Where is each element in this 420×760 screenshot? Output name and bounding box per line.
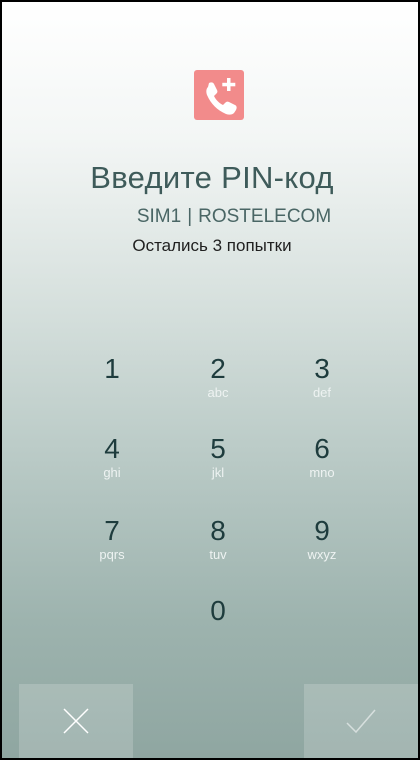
sim-call-icon [194, 70, 244, 120]
key-2[interactable]: 2 abc [168, 352, 268, 416]
key-9[interactable]: 9 wxyz [272, 514, 372, 578]
key-letters: pqrs [99, 547, 125, 562]
key-digit: 9 [314, 515, 330, 546]
key-letters: tuv [209, 547, 227, 562]
key-digit: 3 [314, 353, 330, 384]
key-letters: ghi [103, 465, 121, 480]
key-letters: def [312, 385, 332, 400]
key-digit: 7 [104, 515, 120, 546]
key-0[interactable]: 0 [168, 594, 268, 658]
key-digit: 8 [210, 515, 226, 546]
key-letters: jkl [211, 465, 225, 480]
key-7[interactable]: 7 pqrs [62, 514, 162, 578]
key-3[interactable]: 3 def [272, 352, 372, 416]
separator: | [187, 206, 193, 227]
pin-entry-screen: Введите PIN-код SIM1 | ROSTELECOM Остали… [0, 0, 420, 760]
key-4[interactable]: 4 ghi [62, 432, 162, 496]
key-digit: 1 [104, 353, 120, 384]
key-letters: wxyz [307, 547, 337, 562]
key-digit: 2 [210, 353, 226, 384]
key-letters: mno [309, 465, 335, 480]
close-icon [63, 708, 89, 734]
key-digit: 6 [314, 433, 330, 464]
sim-slot-label: SIM1 [136, 206, 182, 227]
page-title: Введите PIN-код [90, 160, 334, 195]
key-letters: abc [207, 385, 229, 400]
confirm-button[interactable] [304, 684, 418, 758]
sim-carrier-label: SIM1 | ROSTELECOM [2, 206, 418, 228]
carrier-name: ROSTELECOM [198, 206, 332, 227]
key-1[interactable]: 1 [62, 352, 162, 416]
key-8[interactable]: 8 tuv [168, 514, 268, 578]
attempts-remaining-text: Остались 3 попытки [132, 236, 292, 255]
key-digit: 4 [104, 433, 120, 464]
checkmark-icon [346, 709, 376, 734]
key-digit: 5 [210, 433, 226, 464]
key-digit: 0 [210, 595, 226, 626]
cancel-button[interactable] [19, 684, 133, 758]
key-6[interactable]: 6 mno [272, 432, 372, 496]
key-5[interactable]: 5 jkl [168, 432, 268, 496]
